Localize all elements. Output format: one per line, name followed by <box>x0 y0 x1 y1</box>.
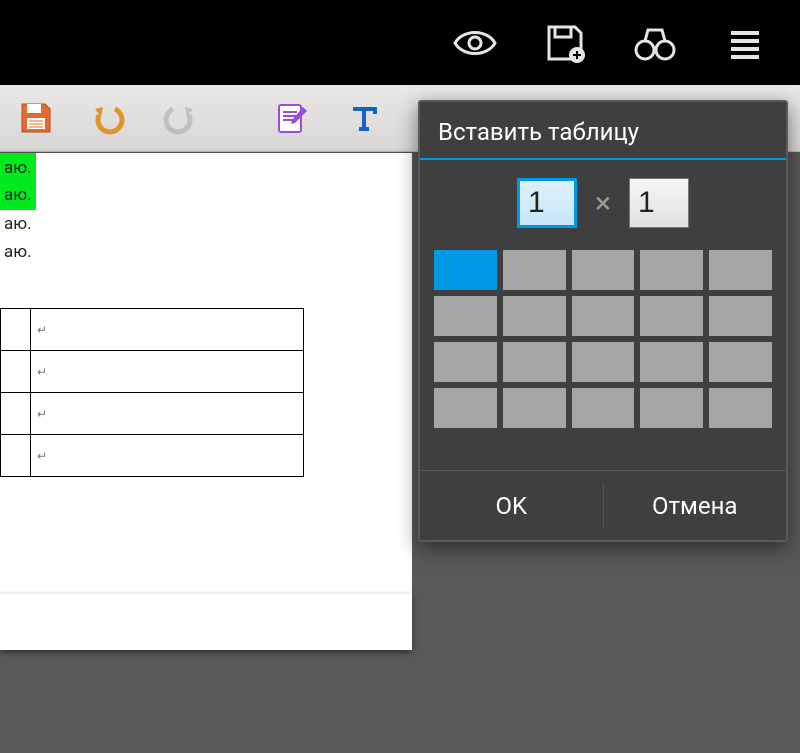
preview-button[interactable] <box>430 0 520 85</box>
menu-icon <box>725 23 765 63</box>
save-plus-icon <box>543 21 587 65</box>
dimensions-row: × <box>434 178 772 228</box>
grid-cell[interactable] <box>434 388 497 428</box>
table-row: ↵ <box>1 351 304 393</box>
grid-cell[interactable] <box>434 296 497 336</box>
dialog-button-row: OK Отмена <box>420 470 786 540</box>
redo-button[interactable] <box>144 85 216 152</box>
app-top-bar <box>0 0 800 85</box>
document-page-next[interactable] <box>0 594 412 650</box>
grid-cell[interactable] <box>572 388 635 428</box>
document-page[interactable]: аю. аю. аю. аю. ↵ ↵ ↵ ↵ <box>0 153 412 647</box>
grid-cell[interactable] <box>640 388 703 428</box>
doc-text-line[interactable]: аю. <box>0 153 36 183</box>
document-table[interactable]: ↵ ↵ ↵ ↵ <box>0 308 304 477</box>
binoculars-icon <box>632 20 678 66</box>
grid-cell[interactable] <box>503 250 566 290</box>
save-as-button[interactable] <box>520 0 610 85</box>
undo-icon <box>91 101 125 135</box>
find-button[interactable] <box>610 0 700 85</box>
grid-cell[interactable] <box>640 342 703 382</box>
table-row: ↵ <box>1 435 304 477</box>
text-format-button[interactable] <box>328 85 400 152</box>
edit-button[interactable] <box>256 85 328 152</box>
grid-cell[interactable] <box>709 388 772 428</box>
grid-cell[interactable] <box>503 296 566 336</box>
grid-cell[interactable] <box>434 342 497 382</box>
dialog-body: × <box>420 160 786 470</box>
rows-input[interactable] <box>517 178 577 228</box>
doc-text-line[interactable]: аю. <box>0 209 36 239</box>
redo-icon <box>163 101 197 135</box>
multiply-glyph: × <box>595 186 611 221</box>
grid-cell[interactable] <box>709 250 772 290</box>
save-button[interactable] <box>0 85 72 152</box>
grid-cell[interactable] <box>572 296 635 336</box>
grid-cell[interactable] <box>640 250 703 290</box>
table-size-grid <box>434 250 772 428</box>
undo-button[interactable] <box>72 85 144 152</box>
doc-text-line[interactable]: аю. <box>0 237 36 267</box>
cols-input[interactable] <box>629 178 689 228</box>
eye-icon <box>451 19 499 67</box>
table-row: ↵ <box>1 309 304 351</box>
edit-icon <box>275 101 309 135</box>
grid-cell[interactable] <box>503 342 566 382</box>
grid-cell[interactable] <box>434 250 497 290</box>
menu-button[interactable] <box>700 0 790 85</box>
grid-cell[interactable] <box>640 296 703 336</box>
text-icon <box>347 101 381 135</box>
dialog-title: Вставить таблицу <box>420 102 786 160</box>
table-row: ↵ <box>1 393 304 435</box>
ok-button[interactable]: OK <box>420 471 603 540</box>
insert-table-dialog: Вставить таблицу × <box>418 100 788 542</box>
save-icon <box>19 101 53 135</box>
grid-cell[interactable] <box>709 342 772 382</box>
cancel-button[interactable]: Отмена <box>604 471 787 540</box>
doc-text-line[interactable]: аю. <box>0 180 36 210</box>
grid-cell[interactable] <box>572 250 635 290</box>
grid-cell[interactable] <box>572 342 635 382</box>
grid-cell[interactable] <box>709 296 772 336</box>
grid-cell[interactable] <box>503 388 566 428</box>
